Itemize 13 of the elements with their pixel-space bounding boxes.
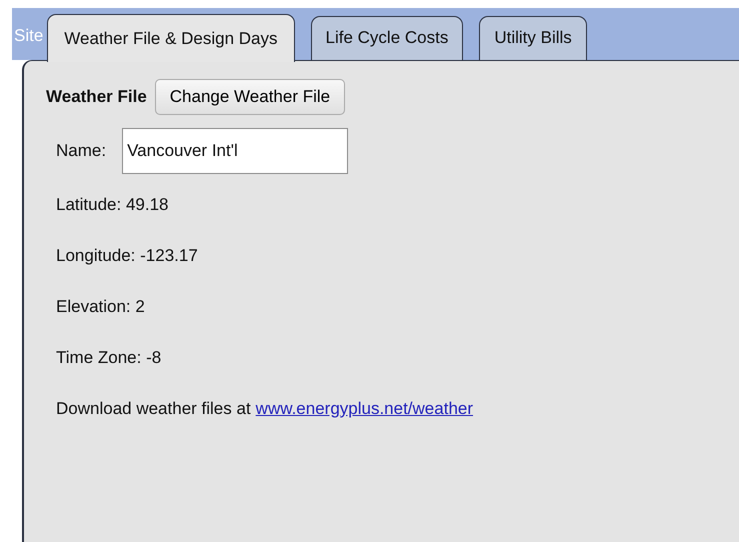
info-text: Time Zone: -8 [56,348,162,368]
download-text: Download weather files at [56,398,251,418]
info-text: Elevation: 2 [56,296,145,316]
tab[interactable]: Utility Bills [479,16,587,60]
info-text: Longitude: -123.17 [56,246,198,266]
section-heading: Weather File [46,87,147,107]
tab[interactable]: Weather File & Design Days [47,14,295,62]
change-weather-file-button[interactable]: Change Weather File [154,79,346,115]
name-field[interactable]: Vancouver Int'l [122,128,348,174]
name-label: Name: [56,141,106,161]
tab[interactable]: Life Cycle Costs [310,16,464,60]
info-text: Latitude: 49.18 [56,194,168,214]
weather-link[interactable]: www.energyplus.net/weather [256,398,474,418]
